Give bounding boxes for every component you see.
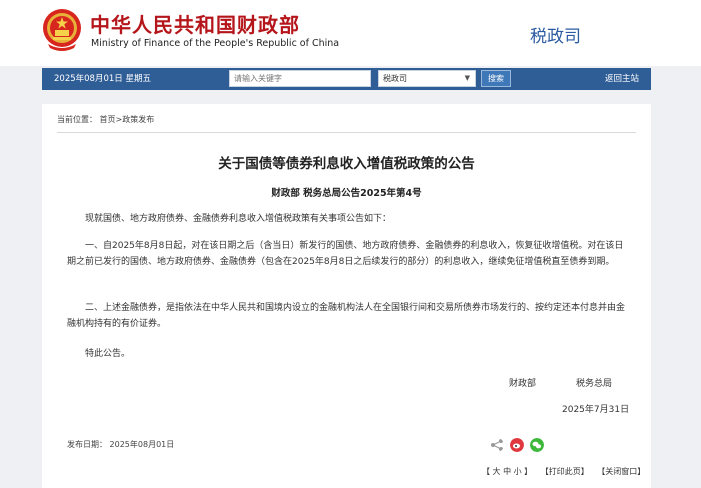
site-select[interactable]: 税政司 ▼ xyxy=(378,70,476,87)
breadcrumb[interactable]: 当前位置： 首页>政策发布 xyxy=(57,114,154,125)
department-name: 税政司 xyxy=(530,27,581,47)
site-title-en: Ministry of Finance of the People's Repu… xyxy=(91,38,340,49)
paragraph-intro: 现就国债、地方政府债券、金融债券利息收入增值税政策有关事项公告如下： xyxy=(85,214,392,224)
home-link[interactable]: 返回主站 xyxy=(605,72,639,84)
divider xyxy=(57,132,636,133)
site-header: 中华人民共和国财政部 Ministry of Finance of the Pe… xyxy=(0,0,701,66)
article-panel: 当前位置： 首页>政策发布 关于国债等债券利息收入增值税政策的公告 财政部 税务… xyxy=(42,104,651,488)
search-input[interactable] xyxy=(229,70,371,87)
font-size-toggle[interactable]: 【 大 中 小 】 xyxy=(482,467,532,476)
signer-tax: 税务总局 xyxy=(576,379,613,389)
publish-date: 发布日期： 2025年08月01日 xyxy=(67,440,175,449)
paragraph-1: 一、自2025年8月8日起，对在该日期之后（含当日）新发行的国债、地方政府债券、… xyxy=(67,241,624,267)
weibo-icon[interactable] xyxy=(510,438,524,452)
current-date: 2025年08月01日 星期五 xyxy=(54,74,151,84)
national-emblem-icon xyxy=(43,9,81,51)
chevron-down-icon: ▼ xyxy=(464,74,470,82)
paragraph-2: 二、上述金融债券，是指依法在中华人民共和国境内设立的金融机构法人在全国银行间和交… xyxy=(67,303,626,329)
nav-bar: 2025年08月01日 星期五 税政司 ▼ 搜索 返回主站 xyxy=(42,68,651,90)
site-select-value: 税政司 xyxy=(383,74,407,83)
sign-date: 2025年7月31日 xyxy=(562,405,630,415)
document-number: 财政部 税务总局公告2025年第4号 xyxy=(271,188,422,199)
print-link[interactable]: 【打印此页】 xyxy=(541,467,589,476)
paragraph-closing: 特此公告。 xyxy=(85,349,131,359)
article-title: 关于国债等债券利息收入增值税政策的公告 xyxy=(218,156,475,172)
close-window-link[interactable]: 【关闭窗口】 xyxy=(597,467,645,476)
footer-links: 【 大 中 小 】 【打印此页】 【关闭窗口】 xyxy=(482,466,651,477)
wechat-icon[interactable] xyxy=(530,438,544,452)
search-button[interactable]: 搜索 xyxy=(481,70,511,87)
signer-mof: 财政部 xyxy=(509,379,537,389)
site-title-cn: 中华人民共和国财政部 xyxy=(90,13,300,37)
share-icon[interactable] xyxy=(490,438,504,452)
